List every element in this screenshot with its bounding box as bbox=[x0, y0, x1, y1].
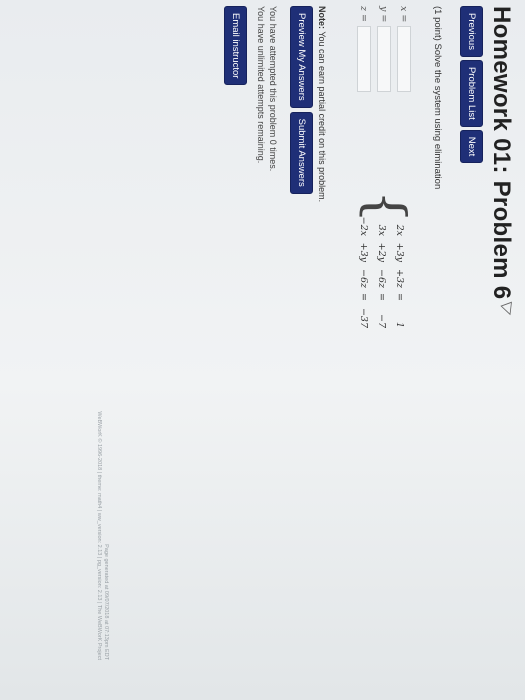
answer-row-z: z = bbox=[355, 6, 373, 92]
attempts-line-1: You have attempted this problem 0 times. bbox=[268, 6, 278, 172]
equation-row-3: −2x+3y−6z=−37 bbox=[358, 216, 369, 328]
problem-prompt: (1 point) Solve the system using elimina… bbox=[432, 6, 443, 190]
email-instructor-button[interactable]: Email instructor bbox=[224, 6, 247, 86]
attempts-info: You have attempted this problem 0 times.… bbox=[255, 6, 279, 171]
equation-row-2: 3x+2y−6z=−7 bbox=[376, 224, 387, 328]
y-input[interactable] bbox=[377, 26, 391, 92]
preview-answers-button[interactable]: Preview My Answers bbox=[290, 6, 313, 108]
partial-credit-note: Note: You can earn partial credit on thi… bbox=[317, 6, 327, 202]
submit-answers-button[interactable]: Submit Answers bbox=[290, 111, 313, 194]
answer-actions: Preview My Answers Submit Answers bbox=[290, 6, 313, 194]
note-text: You can earn partial credit on this prob… bbox=[317, 29, 327, 203]
previous-button[interactable]: Previous bbox=[460, 6, 483, 57]
page-title: Homework 01: Problem 6 bbox=[488, 6, 515, 300]
footer-line-2: WeBWorK © 1996-2018 | theme: math4 | ww_… bbox=[96, 411, 102, 660]
page-footer: Page generated at 09/07/2018 at 07:13pm … bbox=[95, 411, 109, 660]
next-button[interactable]: Next bbox=[460, 129, 483, 164]
answer-fields: x = y = z = bbox=[353, 6, 413, 92]
problem-nav: Previous Problem List Next bbox=[460, 6, 483, 164]
mouse-cursor-icon: ▷ bbox=[498, 300, 519, 319]
z-input[interactable] bbox=[357, 26, 371, 92]
email-section: Email instructor bbox=[224, 6, 247, 86]
y-label: y = bbox=[378, 6, 390, 23]
problem-list-button[interactable]: Problem List bbox=[460, 59, 483, 127]
attempts-line-2: You have unlimited attempts remaining. bbox=[256, 6, 266, 164]
page: Homework 01: Problem 6 ▷ Previous Proble… bbox=[0, 0, 525, 700]
footer-line-1: Page generated at 09/07/2018 at 07:13pm … bbox=[103, 544, 109, 660]
equation-row-1: 2x+3y+3z=1 bbox=[394, 224, 405, 328]
equation-system: { 2x+3y+3z=1 3x+2y−6z=−7 −2x+3y−6z=−37 bbox=[343, 190, 415, 360]
answer-row-y: y = bbox=[375, 6, 393, 92]
note-label: Note: bbox=[317, 6, 327, 29]
z-label: z = bbox=[358, 6, 370, 22]
answer-row-x: x = bbox=[395, 6, 413, 92]
x-input[interactable] bbox=[397, 26, 411, 92]
x-label: x = bbox=[398, 6, 410, 23]
